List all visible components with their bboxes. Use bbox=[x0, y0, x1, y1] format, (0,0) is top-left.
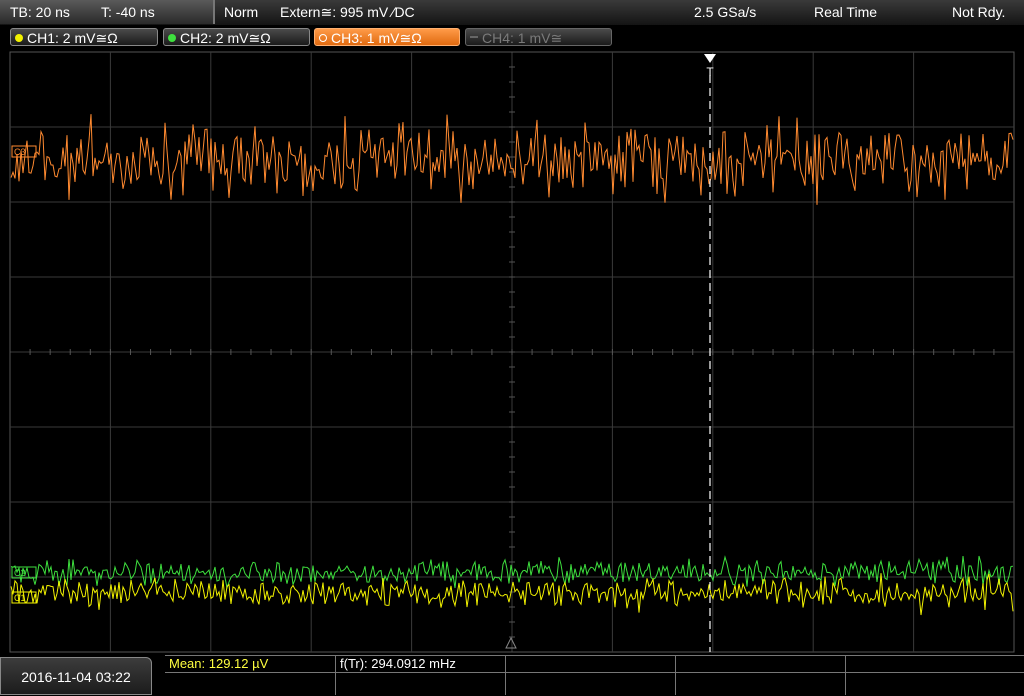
measurement-divider bbox=[335, 655, 336, 695]
measurement-divider bbox=[165, 672, 1024, 673]
run-status-label: Not Rdy. bbox=[952, 4, 1006, 20]
trigger-time-label[interactable]: T: -40 ns bbox=[101, 4, 155, 20]
channel-2-indicator-icon bbox=[168, 34, 176, 43]
measurement-divider bbox=[165, 655, 1024, 656]
datetime-label: 2016-11-04 03:22 bbox=[21, 669, 131, 685]
channel-3-label: CH3: 1 mV≅Ω bbox=[331, 30, 422, 46]
channel-4-button[interactable]: CH4: 1 mV≅ bbox=[465, 28, 612, 46]
acquisition-mode-label[interactable]: Real Time bbox=[814, 4, 877, 20]
channel-1-indicator-icon bbox=[15, 34, 23, 43]
channel-4-label: CH4: 1 mV≅ bbox=[482, 30, 563, 46]
channel-1-button[interactable]: CH1: 2 mV≅Ω bbox=[10, 28, 158, 46]
channel-3-button[interactable]: CH3: 1 mV≅Ω bbox=[314, 28, 460, 46]
datetime-display[interactable]: 2016-11-04 03:22 bbox=[0, 657, 152, 695]
timebase-panel[interactable]: TB: 20 ns T: -40 ns bbox=[0, 0, 215, 24]
sample-rate-label[interactable]: 2.5 GSa/s bbox=[694, 4, 756, 20]
channel-2-button[interactable]: CH2: 2 mV≅Ω bbox=[163, 28, 310, 46]
channel-2-label: CH2: 2 mV≅Ω bbox=[180, 30, 271, 46]
status-bar: TB: 20 ns T: -40 ns Norm Extern≅: 995 mV… bbox=[0, 0, 1024, 25]
waveform-display[interactable]: T C3 C2 C1 bbox=[0, 50, 1024, 655]
channel-bar: CH1: 2 mV≅Ω CH2: 2 mV≅Ω CH3: 1 mV≅Ω CH4:… bbox=[0, 25, 1024, 50]
trigger-mode-label[interactable]: Norm bbox=[224, 4, 258, 20]
channel-1-label: CH1: 2 mV≅Ω bbox=[27, 30, 118, 46]
measurement-divider bbox=[505, 655, 506, 695]
channel-3-indicator-icon bbox=[319, 34, 327, 43]
measurement-divider bbox=[675, 655, 676, 695]
channel-4-indicator-icon bbox=[470, 36, 478, 40]
timebase-label[interactable]: TB: 20 ns bbox=[10, 4, 70, 20]
channel-2-marker-text: C2 bbox=[14, 568, 26, 578]
measurement-divider bbox=[845, 655, 846, 695]
channel-3-marker-text: C3 bbox=[14, 147, 26, 157]
channel-1-marker-text: C1 bbox=[14, 593, 26, 603]
trigger-source-label[interactable]: Extern≅: 995 mV ∕DC bbox=[280, 4, 415, 21]
mean-measurement[interactable]: Mean: 129.12 µV bbox=[169, 656, 268, 671]
measurement-bar: 2016-11-04 03:22 Mean: 129.12 µV f(Tr): … bbox=[0, 655, 1024, 695]
measurement-table[interactable]: Mean: 129.12 µV f(Tr): 294.0912 mHz bbox=[165, 655, 1024, 695]
trigger-frequency-measurement[interactable]: f(Tr): 294.0912 mHz bbox=[340, 656, 456, 671]
trigger-marker-label: T bbox=[706, 65, 714, 79]
